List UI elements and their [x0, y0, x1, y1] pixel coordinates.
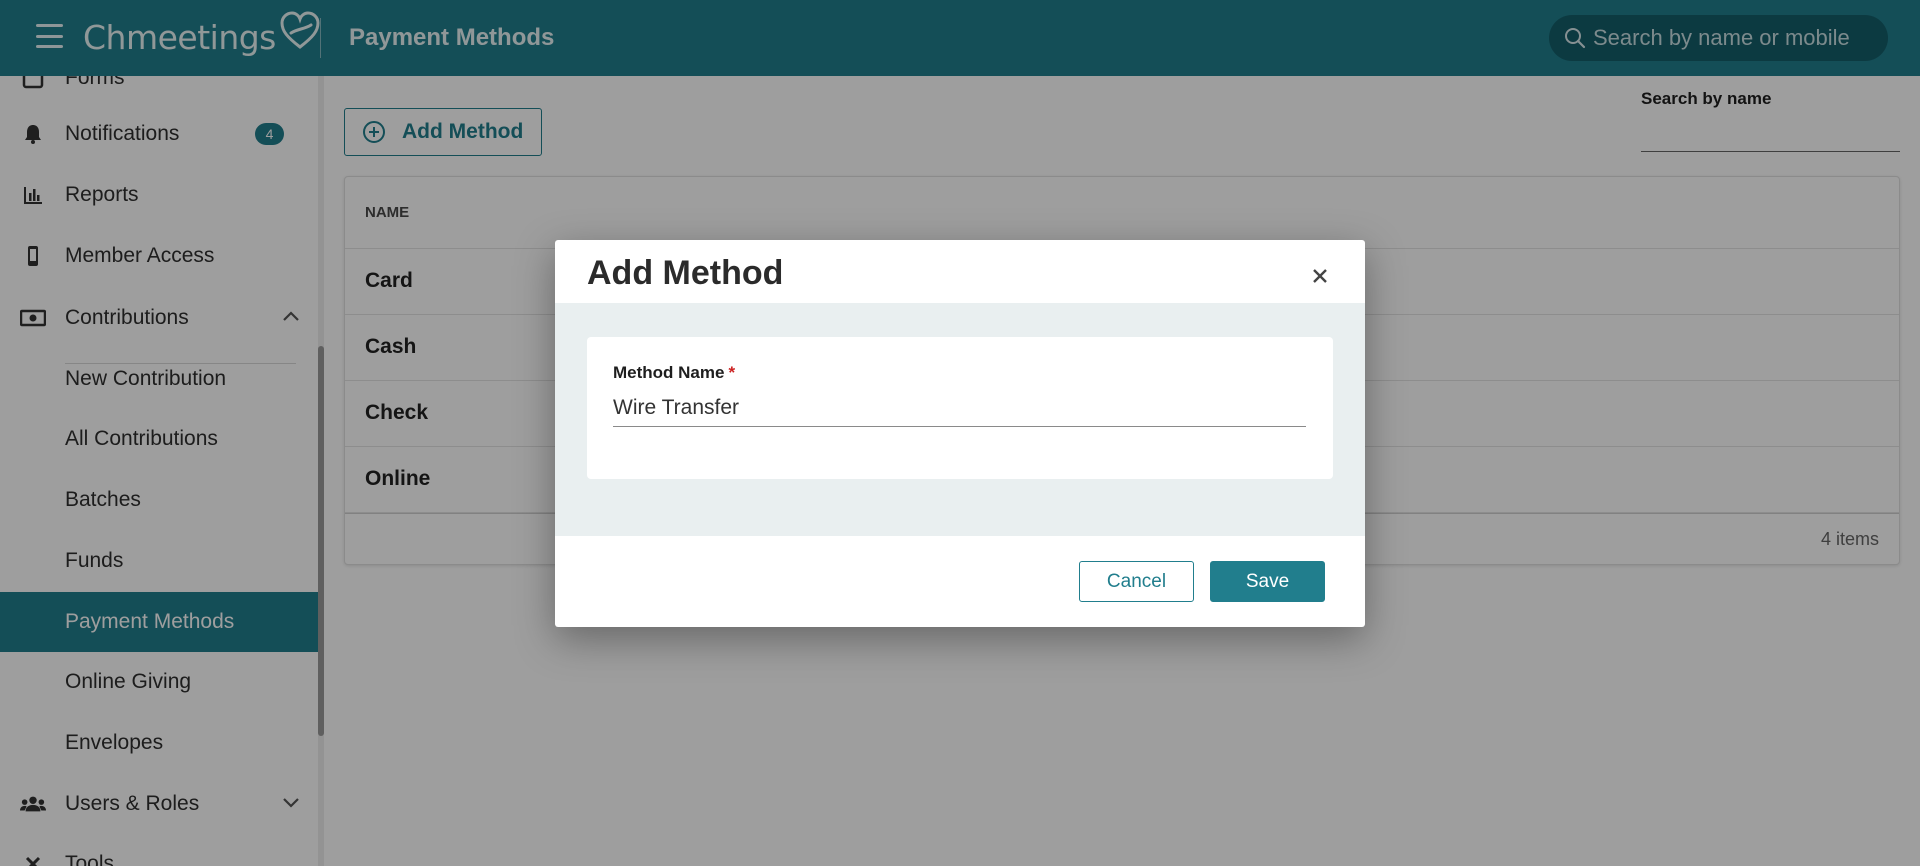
required-marker: * — [728, 363, 736, 382]
add-method-dialog: Add Method Method Name* Cancel Save — [555, 240, 1365, 627]
method-name-input[interactable] — [613, 389, 1306, 427]
close-icon[interactable] — [1306, 262, 1334, 290]
cancel-button[interactable]: Cancel — [1079, 561, 1194, 602]
method-name-label-text: Method Name — [613, 363, 725, 382]
dialog-body: Method Name * — [555, 303, 1365, 536]
method-name-label: Method Name * — [613, 363, 735, 383]
method-name-card: Method Name * — [587, 337, 1333, 479]
dialog-footer: Cancel Save — [555, 536, 1365, 627]
dialog-title: Add Method — [587, 254, 784, 292]
save-button[interactable]: Save — [1210, 561, 1325, 602]
